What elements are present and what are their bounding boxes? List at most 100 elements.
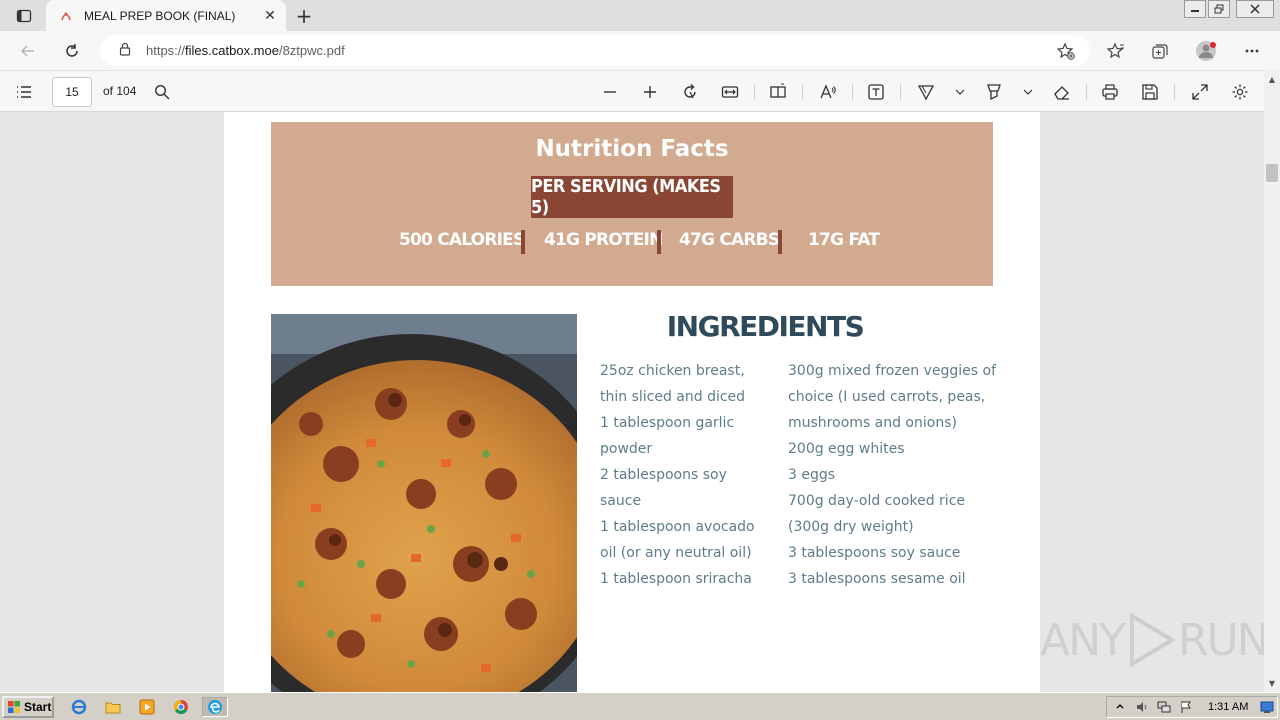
fat-label: 17G FAT	[808, 230, 880, 250]
zoom-out-icon[interactable]	[598, 80, 622, 104]
macro-divider	[521, 230, 525, 254]
system-tray	[1106, 696, 1278, 718]
ingredient-line: 700g day-old cooked rice	[788, 493, 966, 509]
pdf-favicon-icon	[58, 8, 74, 24]
show-desktop-icon[interactable]	[1258, 697, 1276, 717]
start-button[interactable]: Start	[2, 696, 54, 718]
ie-icon[interactable]	[68, 697, 90, 717]
settings-gear-icon[interactable]	[1228, 80, 1252, 104]
rotate-icon[interactable]	[678, 80, 702, 104]
refresh-button[interactable]	[60, 39, 84, 63]
ingredient-line: 25oz chicken breast,	[600, 363, 745, 379]
scroll-down-icon[interactable]: ▼	[1264, 676, 1280, 690]
eraser-icon[interactable]	[1050, 80, 1074, 104]
edge-taskbar-button[interactable]	[202, 697, 228, 717]
add-text-icon[interactable]	[864, 80, 888, 104]
volume-icon[interactable]	[1133, 698, 1151, 716]
lock-icon[interactable]	[118, 42, 132, 59]
ingredient-line: powder	[600, 441, 653, 457]
page-view-icon[interactable]	[766, 80, 790, 104]
toolbar-separator	[754, 84, 755, 100]
action-center-flag-icon[interactable]	[1177, 698, 1195, 716]
ingredient-line: thin sliced and diced	[600, 389, 746, 405]
tab-strip: MEAL PREP BOOK (FINAL) ✕ +	[0, 0, 1280, 31]
tray-expand-icon[interactable]	[1111, 698, 1129, 716]
tab-actions-icon[interactable]	[8, 6, 40, 26]
page-count-label: of 104	[103, 84, 137, 98]
favorites-icon[interactable]	[1104, 39, 1128, 63]
ingredient-line: 1 tablespoon garlic	[600, 415, 735, 431]
draw-options-chevron-icon[interactable]	[948, 80, 972, 104]
network-icon[interactable]	[1155, 698, 1173, 716]
nutrition-facts-panel: Nutrition Facts PER SERVING (MAKES 5) 50…	[271, 122, 993, 286]
ingredient-line: 3 tablespoons sesame oil	[788, 571, 966, 587]
protein-label: 41G PROTEIN	[544, 230, 663, 250]
ingredient-line: sauce	[600, 493, 642, 509]
anyrun-watermark: ANY RUN	[1040, 610, 1264, 670]
address-bar-row: https://files.catbox.moe/8ztpwc.pdf	[0, 31, 1280, 70]
fit-width-icon[interactable]	[718, 80, 742, 104]
calories-label: 500 CALORIES	[399, 230, 525, 250]
ingredient-line: 2 tablespoons soy	[600, 467, 727, 483]
search-icon[interactable]	[150, 80, 174, 104]
collections-icon[interactable]	[1148, 39, 1172, 63]
ingredients-column-1: 25oz chicken breast, thin sliced and dic…	[600, 358, 755, 592]
vertical-scrollbar[interactable]: ▲ ▼	[1264, 70, 1280, 692]
chrome-icon[interactable]	[170, 697, 192, 717]
save-icon[interactable]	[1138, 80, 1162, 104]
back-button[interactable]	[16, 39, 40, 63]
draw-icon[interactable]	[914, 80, 938, 104]
ingredient-line: mushrooms and onions)	[788, 415, 957, 431]
pdf-page: Nutrition Facts PER SERVING (MAKES 5) 50…	[224, 112, 1040, 692]
ingredient-line: 200g egg whites	[788, 441, 905, 457]
scroll-thumb[interactable]	[1266, 164, 1278, 182]
watermark-left-text: ANY	[1040, 614, 1126, 666]
highlight-options-chevron-icon[interactable]	[1016, 80, 1040, 104]
serving-badge: PER SERVING (MAKES 5)	[531, 176, 733, 218]
add-favorite-icon[interactable]	[1056, 41, 1076, 61]
ingredient-line: 300g mixed frozen veggies of	[788, 363, 997, 379]
fullscreen-icon[interactable]	[1188, 80, 1212, 104]
media-player-icon[interactable]	[136, 697, 158, 717]
read-aloud-icon[interactable]	[816, 80, 840, 104]
macro-divider	[657, 230, 661, 254]
toolbar-separator	[852, 84, 853, 100]
tab-meal-prep-book[interactable]: MEAL PREP BOOK (FINAL) ✕	[46, 0, 286, 31]
contents-icon[interactable]	[12, 80, 36, 104]
ingredient-line: 1 tablespoon avocado	[600, 519, 755, 535]
taskbar: Start 1:31 AM	[0, 692, 1280, 720]
toolbar-separator	[900, 84, 901, 100]
macro-divider	[778, 230, 782, 254]
restore-button[interactable]	[1208, 0, 1230, 18]
tab-close-icon[interactable]: ✕	[262, 8, 278, 24]
new-tab-button[interactable]: +	[292, 4, 316, 28]
toolbar-separator	[1174, 84, 1175, 100]
more-menu-icon[interactable]	[1240, 39, 1264, 63]
tab-title: MEAL PREP BOOK (FINAL)	[84, 8, 236, 23]
ingredient-line: choice (I used carrots, peas,	[788, 389, 986, 405]
carbs-label: 47G CARBS	[679, 230, 780, 250]
page-number-input[interactable]: 15	[52, 77, 92, 107]
windows-flag-icon	[8, 701, 20, 713]
scroll-up-icon[interactable]: ▲	[1264, 72, 1280, 86]
zoom-in-icon[interactable]	[638, 80, 662, 104]
ingredient-line: 3 eggs	[788, 467, 836, 483]
highlight-icon[interactable]	[982, 80, 1006, 104]
ingredient-line: 1 tablespoon sriracha	[600, 571, 752, 587]
ingredient-line: 3 tablespoons soy sauce	[788, 545, 961, 561]
macro-row: 500 CALORIES 41G PROTEIN 47G CARBS 17G F…	[271, 228, 993, 258]
ingredients-title: INGREDIENTS	[666, 310, 865, 343]
print-icon[interactable]	[1098, 80, 1122, 104]
folder-icon[interactable]	[102, 697, 124, 717]
ingredient-line: (300g dry weight)	[788, 519, 914, 535]
close-window-button[interactable]	[1236, 0, 1274, 18]
pdf-viewer[interactable]: Nutrition Facts PER SERVING (MAKES 5) 50…	[0, 112, 1264, 692]
clock: 1:31 AM	[1208, 701, 1249, 713]
url-text: https://files.catbox.moe/8ztpwc.pdf	[146, 43, 345, 58]
fried-rice-photo	[271, 314, 577, 692]
toolbar-separator	[802, 84, 803, 100]
ingredients-column-2: 300g mixed frozen veggies of choice (I u…	[788, 358, 996, 592]
profile-avatar-icon[interactable]	[1194, 39, 1218, 63]
url-field[interactable]: https://files.catbox.moe/8ztpwc.pdf	[100, 35, 1090, 66]
minimize-button[interactable]	[1184, 0, 1206, 18]
